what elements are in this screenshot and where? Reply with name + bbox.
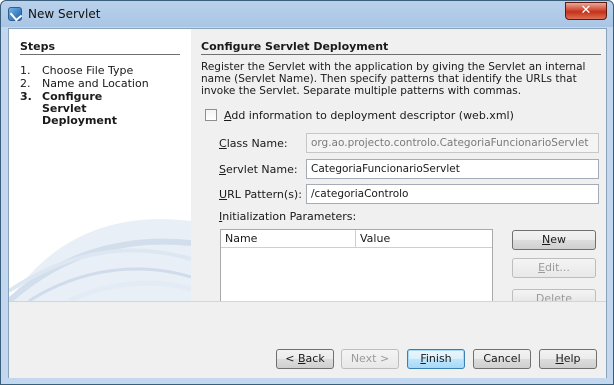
class-name-field[interactable]: org.ao.projecto.controlo.CategoriaFuncio… — [306, 133, 599, 153]
button-text: elp — [563, 352, 581, 365]
close-icon: ✕ — [580, 3, 592, 18]
wizard-decoration-graphic — [9, 219, 191, 301]
back-button[interactable]: < Back — [276, 349, 334, 369]
steps-panel: Steps 1. Choose File Type 2. Name and Lo… — [9, 29, 192, 301]
next-button[interactable]: Next > — [341, 349, 399, 369]
button-text: ack — [305, 352, 325, 365]
panel-description: Register the Servlet with the applicatio… — [201, 61, 586, 97]
class-name-label: Class Name: — [219, 137, 288, 150]
close-button[interactable]: ✕ — [565, 2, 607, 20]
step-label: Choose File Type — [42, 64, 134, 77]
mnemonic: U — [219, 188, 228, 201]
button-prefix: < — [285, 352, 298, 365]
button-bar: < Back Next > Finish Cancel Help — [9, 301, 606, 378]
cancel-button[interactable]: Cancel — [473, 349, 531, 369]
mnemonic: C — [219, 137, 227, 150]
label-text: lass Name: — [226, 137, 288, 150]
mnemonic: E — [538, 261, 546, 274]
button-text: ew — [550, 233, 566, 246]
finish-button[interactable]: Finish — [407, 349, 465, 369]
init-params-label: Initialization Parameters: — [219, 210, 356, 223]
step-number: 3. — [20, 90, 32, 103]
deployment-descriptor-label[interactable]: Add information to deployment descriptor… — [224, 109, 514, 122]
url-pattern-label: URL Pattern(s): — [219, 188, 302, 201]
mnemonic: B — [298, 352, 306, 365]
netbeans-app-icon — [8, 7, 22, 21]
help-button[interactable]: Help — [539, 349, 597, 369]
mnemonic: N — [542, 233, 551, 246]
steps-divider — [20, 54, 180, 55]
label-text: dd information to deployment descriptor … — [231, 109, 514, 122]
label-text: ervlet Name: — [225, 163, 298, 176]
panel-title: Configure Servlet Deployment — [201, 40, 389, 53]
steps-heading: Steps — [20, 40, 56, 53]
mnemonic: S — [219, 163, 226, 176]
label-text: nitialization Parameters: — [222, 210, 357, 223]
mnemonic: H — [555, 352, 564, 365]
step-label: Configure Servlet Deployment — [42, 90, 117, 127]
panel-divider — [201, 54, 601, 55]
step-number: 1. — [20, 64, 31, 77]
deployment-descriptor-checkbox[interactable] — [205, 109, 217, 121]
dialog-window: New Servlet ✕ Steps 1. Choose File Type … — [0, 0, 614, 385]
step-number: 2. — [20, 77, 31, 90]
servlet-name-label: Servlet Name: — [219, 163, 298, 176]
column-header-value[interactable]: Value — [356, 230, 492, 248]
init-params-table[interactable]: Name Value — [220, 229, 493, 301]
delete-param-button[interactable]: Delete — [512, 289, 596, 301]
window-title: New Servlet — [28, 7, 101, 21]
column-header-name[interactable]: Name — [221, 230, 356, 248]
url-pattern-field[interactable]: /categoriaControlo — [306, 184, 599, 204]
new-param-button[interactable]: New — [512, 230, 596, 250]
button-text: dit... — [545, 261, 570, 274]
label-text: RL Pattern(s): — [227, 188, 302, 201]
edit-param-button[interactable]: Edit... — [512, 258, 596, 278]
title-bar[interactable]: New Servlet ✕ — [1, 1, 613, 28]
servlet-name-field[interactable]: CategoriaFuncionarioServlet — [306, 159, 599, 179]
dialog-body: Steps 1. Choose File Type 2. Name and Lo… — [8, 28, 607, 378]
button-text: inish — [425, 352, 452, 365]
step-label: Name and Location — [42, 77, 149, 90]
content-panel: Configure Servlet Deployment Register th… — [191, 29, 606, 301]
